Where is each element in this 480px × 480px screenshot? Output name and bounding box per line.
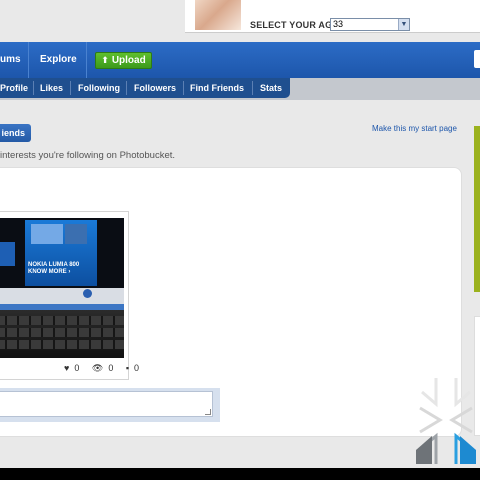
views-stat: 👁 0 xyxy=(92,363,118,373)
comment-input[interactable] xyxy=(0,391,213,417)
subnav-stats[interactable]: Stats xyxy=(260,78,282,98)
sidebar-ad[interactable] xyxy=(474,126,480,292)
intro-text: interests you're following on Photobucke… xyxy=(0,150,176,161)
photo-screen-tile xyxy=(31,224,63,244)
views-count: 0 xyxy=(108,363,114,373)
screen: SELECT YOUR AGE: 33 ▼ ums Explore ⬆ Uploa… xyxy=(0,0,480,468)
likes-count: 0 xyxy=(74,363,80,373)
upload-label: Upload xyxy=(111,55,146,66)
nav-divider xyxy=(28,42,29,78)
nav-explore[interactable]: Explore xyxy=(40,42,77,78)
subnav-divider xyxy=(126,81,127,95)
comments-count: 0 xyxy=(134,363,140,373)
photo-screen-subheading: KNOW MORE › xyxy=(28,269,71,275)
subnav-divider xyxy=(33,81,34,95)
nav-divider xyxy=(86,42,87,78)
subnav-profile[interactable]: Profile xyxy=(0,78,28,98)
bottom-letterbox xyxy=(0,468,480,480)
photo-thumbnail[interactable]: NOKIA LUMIA 800 KNOW MORE › xyxy=(0,218,124,358)
subnav-following[interactable]: Following xyxy=(78,78,120,98)
key-row xyxy=(0,316,124,325)
ad-banner[interactable]: SELECT YOUR AGE: 33 ▼ xyxy=(185,0,480,33)
subnav-followers[interactable]: Followers xyxy=(134,78,176,98)
ad-photo xyxy=(195,0,241,30)
find-friends-button[interactable]: iends xyxy=(0,124,31,142)
subnav-divider xyxy=(183,81,184,95)
photo-keyboard xyxy=(0,310,124,358)
subnav-divider xyxy=(70,81,71,95)
upload-button[interactable]: ⬆ Upload xyxy=(95,52,152,69)
nav-albums[interactable]: ums xyxy=(0,42,21,78)
chevron-down-icon[interactable]: ▼ xyxy=(398,19,409,30)
key-row xyxy=(0,340,124,349)
age-label: SELECT YOUR AGE: xyxy=(250,20,342,30)
speech-bubble-icon: ▪ xyxy=(125,363,130,373)
up-arrow-icon: ⬆ xyxy=(101,55,109,65)
start-page-link[interactable]: Make this my start page xyxy=(372,124,457,133)
photo-help-icon xyxy=(83,289,92,298)
photo-stats: ♥ 0 👁 0 ▪ 0 xyxy=(64,363,149,374)
watermark-logo xyxy=(416,378,476,464)
likes-stat[interactable]: ♥ 0 xyxy=(64,363,84,373)
comments-stat[interactable]: ▪ 0 xyxy=(126,363,144,373)
photo-card[interactable]: NOKIA LUMIA 800 KNOW MORE › xyxy=(0,211,129,380)
age-select-value: 33 xyxy=(333,19,344,29)
subnav-likes[interactable]: Likes xyxy=(40,78,63,98)
subnav-divider xyxy=(252,81,253,95)
resize-handle[interactable] xyxy=(205,409,211,415)
photo-screen-tile xyxy=(0,242,15,266)
photo-screen-tile xyxy=(65,224,87,244)
comment-area xyxy=(0,388,220,422)
sub-nav: Profile Likes Following Followers Find F… xyxy=(0,78,290,98)
photo-screen-text: NOKIA LUMIA 800 KNOW MORE › xyxy=(28,262,79,276)
age-select[interactable]: 33 ▼ xyxy=(330,18,410,31)
eye-icon: 👁 xyxy=(91,363,104,373)
subnav-find-friends[interactable]: Find Friends xyxy=(190,78,244,98)
main-nav: ums Explore ⬆ Upload xyxy=(0,42,480,78)
photo-screen-heading: NOKIA LUMIA 800 xyxy=(28,262,80,268)
nav-right-control[interactable] xyxy=(474,50,480,68)
heart-icon: ♥ xyxy=(64,363,70,373)
key-row xyxy=(0,328,124,337)
